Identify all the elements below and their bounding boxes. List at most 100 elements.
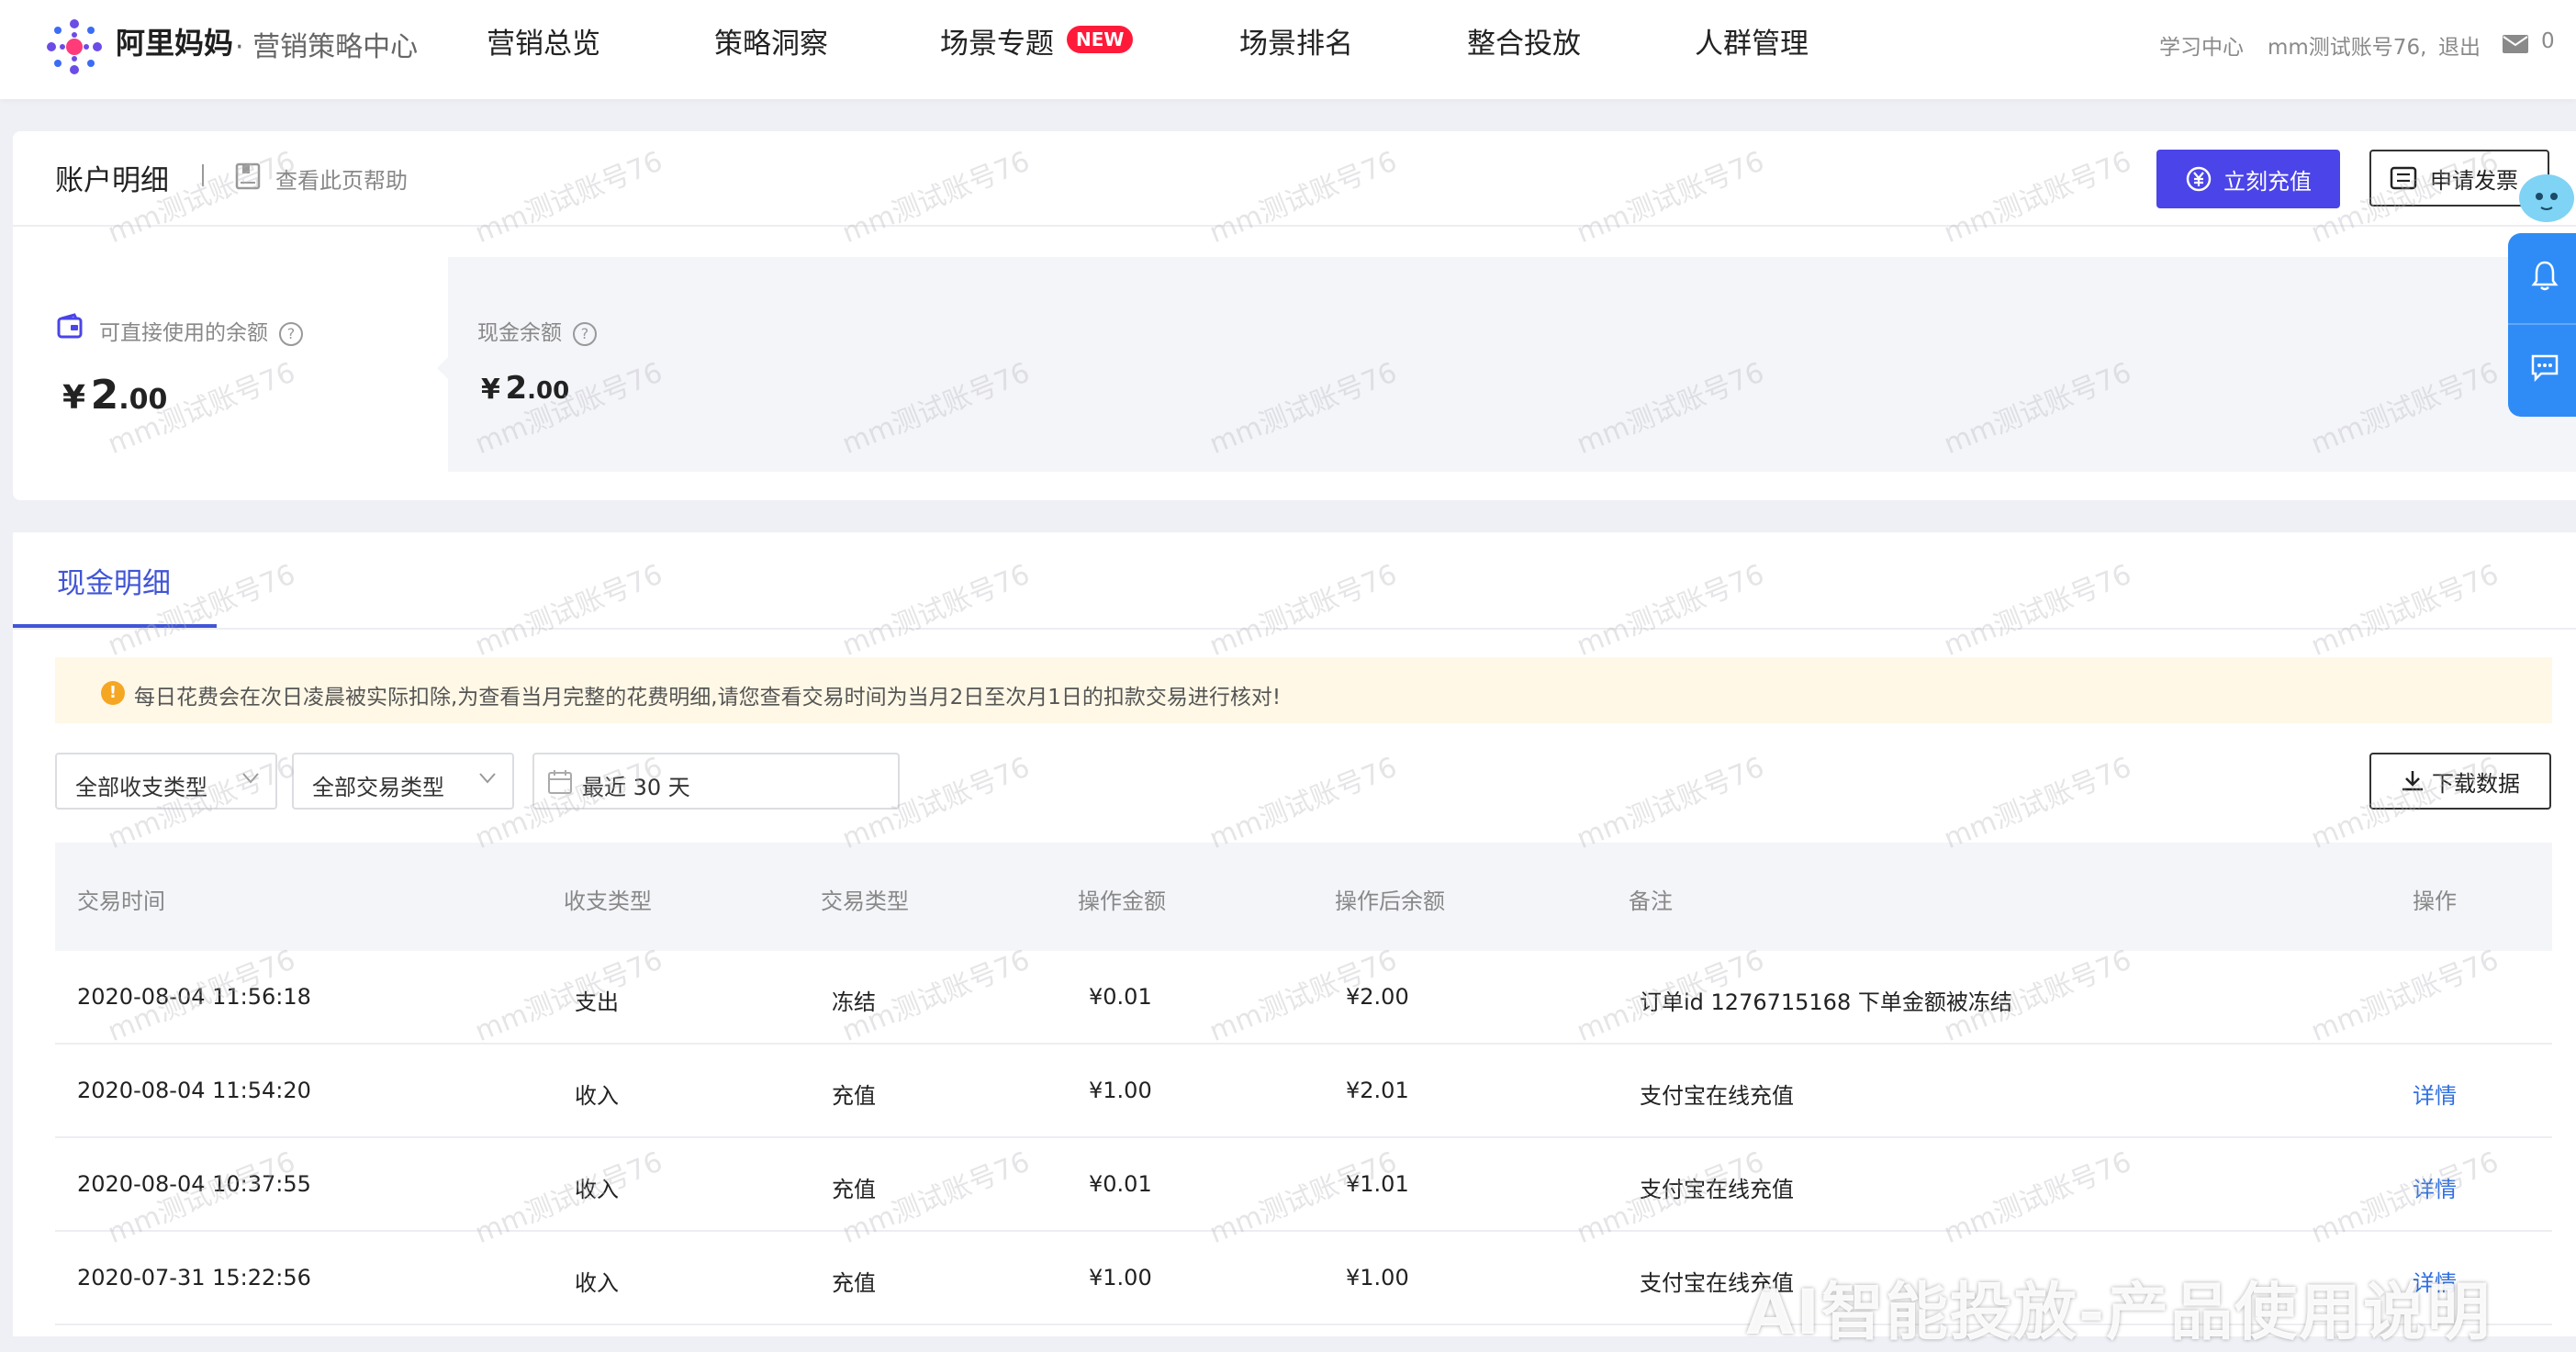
nav-scene-ranking[interactable]: 场景排名 [1239, 20, 1353, 61]
cell-amount: ¥0.01 [1089, 1171, 1152, 1197]
trade-type-value: 全部交易类型 [312, 775, 444, 800]
cell-io-type: 支出 [575, 989, 619, 1015]
col-remark: 备注 [1629, 888, 1673, 914]
nav-audience-management[interactable]: 人群管理 [1695, 20, 1809, 61]
income-type-select[interactable]: 全部收支类型 [55, 753, 277, 810]
table-header: 交易时间 收支类型 交易类型 操作金额 操作后余额 备注 操作 [55, 843, 2552, 951]
cell-balance-after: ¥2.00 [1346, 984, 1409, 1010]
help-link[interactable]: 查看此页帮助 [275, 162, 408, 195]
recharge-button[interactable]: 立刻充值 [2156, 150, 2340, 208]
brand-name: 阿里妈妈 [116, 26, 234, 61]
cell-remark: 支付宝在线充值 [1640, 1083, 1794, 1109]
cell-io-type: 收入 [575, 1083, 619, 1109]
cell-trade-type: 充值 [832, 1177, 876, 1202]
cell-time: 2020-08-04 11:56:18 [77, 984, 311, 1010]
alimama-logo-icon [47, 19, 102, 74]
top-navigation: 阿里妈妈 · 营销策略中心 营销总览 策略洞察 场景专题 NEW 场景排名 整合… [0, 0, 2576, 99]
balance-decimal: .00 [118, 384, 168, 416]
notice-banner: ! 每日花费会在次日凌晨被实际扣除,为查看当月完整的花费明细,请您查看交易时间为… [55, 657, 2552, 723]
usable-balance-value: ¥ 2.00 [62, 372, 167, 419]
invoice-icon [2390, 166, 2417, 190]
balance-decimal: .00 [527, 377, 570, 405]
cash-balance-panel [448, 257, 2576, 472]
download-button[interactable]: 下载数据 [2369, 753, 2551, 810]
col-balance-after: 操作后余额 [1335, 888, 1445, 914]
brand-subtitle: · 营销策略中心 [235, 31, 419, 63]
date-range-value: 最近 30 天 [582, 775, 690, 800]
cash-balance-value: ¥ 2.00 [481, 370, 569, 407]
cell-trade-type: 充值 [832, 1083, 876, 1109]
col-trade-type: 交易类型 [821, 888, 909, 914]
transactions-table: 交易时间 收支类型 交易类型 操作金额 操作后余额 备注 操作 2020-08-… [55, 843, 2552, 1325]
usable-balance-label-text: 可直接使用的余额 [99, 321, 268, 345]
detail-link[interactable]: 详情 [2413, 1078, 2457, 1110]
cell-balance-after: ¥1.01 [1346, 1171, 1409, 1197]
chevron-down-icon [479, 773, 496, 784]
wallet-icon [57, 313, 83, 339]
download-label: 下载数据 [2432, 770, 2520, 797]
mail-count: 0 [2541, 29, 2555, 53]
cell-amount: ¥1.00 [1089, 1265, 1152, 1291]
cell-time: 2020-08-04 10:37:55 [77, 1171, 311, 1197]
question-icon[interactable]: ? [279, 321, 303, 346]
calendar-icon [548, 770, 572, 794]
cell-balance-after: ¥1.00 [1346, 1265, 1409, 1291]
book-icon[interactable] [235, 162, 261, 190]
account-summary-card: 账户明细 查看此页帮助 立刻充值 申请发票 可直接使用的余额? ¥ 2.00 现… [13, 131, 2576, 500]
col-action: 操作 [2413, 888, 2457, 914]
cell-io-type: 收入 [575, 1177, 619, 1202]
cell-io-type: 收入 [575, 1270, 619, 1296]
table-row: 2020-08-04 11:54:20 收入 充值 ¥1.00 ¥2.01 支付… [55, 1045, 2552, 1138]
cash-balance-label: 现金余额? [477, 315, 597, 346]
download-icon [2402, 771, 2423, 791]
col-time: 交易时间 [77, 888, 165, 914]
new-badge: NEW [1067, 26, 1134, 53]
chat-icon[interactable] [2530, 352, 2559, 382]
cell-time: 2020-08-04 11:54:20 [77, 1078, 311, 1103]
usable-balance-label: 可直接使用的余额? [99, 315, 303, 346]
cell-remark: 订单id 1276715168 下单金额被冻结 [1640, 989, 2012, 1015]
balance-integer: 2 [90, 372, 119, 419]
mail-icon[interactable] [2503, 35, 2528, 53]
tab-cash-detail[interactable]: 现金明细 [57, 560, 171, 601]
video-caption-overlay: AI智能投放-产品使用说明 [1746, 1277, 2492, 1349]
nav-scene-topics[interactable]: 场景专题 [940, 20, 1054, 61]
page-title: 账户明细 [55, 164, 169, 197]
cell-amount: ¥0.01 [1089, 984, 1152, 1010]
currency-symbol: ¥ [62, 379, 86, 417]
tab-divider [13, 628, 2576, 630]
cell-time: 2020-07-31 15:22:56 [77, 1265, 311, 1291]
cash-balance-label-text: 现金余额 [477, 321, 562, 345]
nav-integrated-delivery[interactable]: 整合投放 [1467, 20, 1581, 61]
currency-symbol: ¥ [481, 374, 500, 406]
nav-overview[interactable]: 营销总览 [487, 20, 600, 61]
col-amount: 操作金额 [1078, 888, 1166, 914]
mascot-icon[interactable] [2506, 165, 2576, 235]
cell-balance-after: ¥2.01 [1346, 1078, 1409, 1103]
col-io-type: 收支类型 [564, 888, 652, 914]
learning-center-link[interactable]: 学习中心 [2159, 29, 2244, 61]
cash-detail-card: 现金明细 ! 每日花费会在次日凌晨被实际扣除,为查看当月完整的花费明细,请您查看… [13, 532, 2576, 1336]
bell-icon[interactable] [2530, 259, 2559, 292]
title-separator [202, 164, 204, 186]
balance-integer: 2 [505, 370, 528, 407]
notice-text: 每日花费会在次日凌晨被实际扣除,为查看当月完整的花费明细,请您查看交易时间为当月… [134, 686, 1282, 710]
table-row: 2020-08-04 10:37:55 收入 充值 ¥0.01 ¥1.01 支付… [55, 1138, 2552, 1232]
trade-type-select[interactable]: 全部交易类型 [292, 753, 514, 810]
nav-insight[interactable]: 策略洞察 [714, 20, 828, 61]
question-icon[interactable]: ? [573, 321, 597, 346]
chevron-down-icon [242, 773, 259, 784]
invoice-label: 申请发票 [2430, 167, 2518, 194]
warning-icon: ! [101, 681, 125, 705]
cell-remark: 支付宝在线充值 [1640, 1177, 1794, 1202]
detail-link[interactable]: 详情 [2413, 1171, 2457, 1203]
cell-trade-type: 冻结 [832, 989, 876, 1015]
account-name: mm测试账号76, [2268, 36, 2427, 60]
table-row: 2020-08-04 11:56:18 支出 冻结 ¥0.01 ¥2.00 订单… [55, 951, 2552, 1045]
cell-trade-type: 充值 [832, 1270, 876, 1296]
side-panel-divider [2508, 323, 2576, 325]
recharge-label: 立刻充值 [2223, 168, 2312, 195]
date-range-picker[interactable]: 最近 30 天 [532, 753, 900, 810]
logout-link[interactable]: 退出 [2438, 29, 2481, 61]
income-type-value: 全部收支类型 [75, 775, 207, 800]
